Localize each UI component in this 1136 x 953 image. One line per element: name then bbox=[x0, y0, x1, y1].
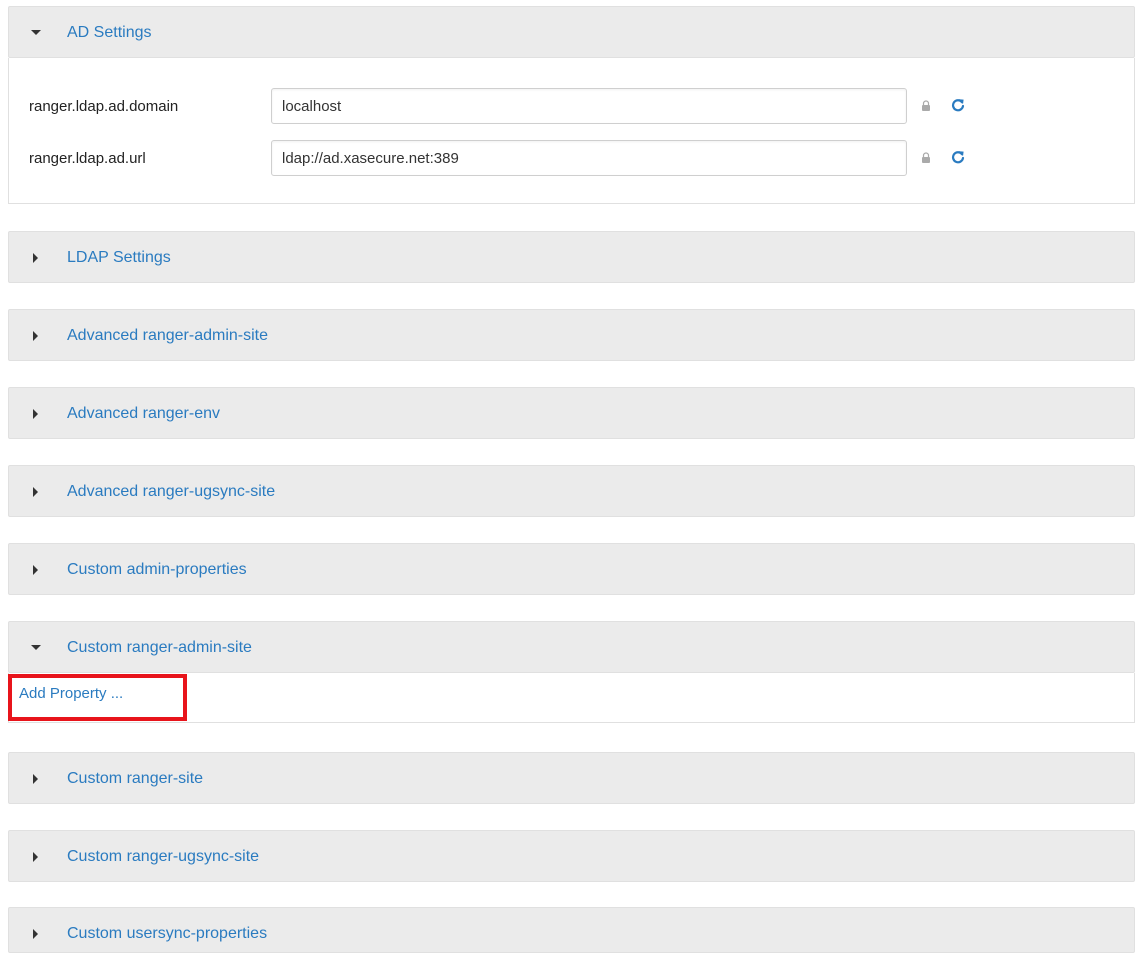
section-title: Custom admin-properties bbox=[67, 561, 247, 578]
section-header-custom-usersync-properties[interactable]: Custom usersync-properties bbox=[8, 907, 1135, 953]
property-label: ranger.ldap.ad.domain bbox=[29, 98, 179, 115]
section-header-ldap-settings[interactable]: LDAP Settings bbox=[8, 231, 1135, 283]
section-advanced-ranger-env: Advanced ranger-env bbox=[8, 387, 1135, 439]
section-header-custom-admin-properties[interactable]: Custom admin-properties bbox=[8, 543, 1135, 595]
property-row: ranger.ldap.ad.domain bbox=[9, 88, 1134, 126]
refresh-icon[interactable] bbox=[951, 150, 965, 164]
caret-right-icon bbox=[33, 331, 38, 341]
property-value-input[interactable] bbox=[271, 140, 907, 176]
section-advanced-ranger-ugsync-site: Advanced ranger-ugsync-site bbox=[8, 465, 1135, 517]
section-header-advanced-ranger-env[interactable]: Advanced ranger-env bbox=[8, 387, 1135, 439]
caret-right-icon bbox=[33, 565, 38, 575]
caret-right-icon bbox=[33, 409, 38, 419]
section-header-advanced-ranger-admin-site[interactable]: Advanced ranger-admin-site bbox=[8, 309, 1135, 361]
section-custom-usersync-properties: Custom usersync-properties bbox=[8, 907, 1135, 953]
section-title: Advanced ranger-env bbox=[67, 405, 220, 422]
section-custom-ranger-site: Custom ranger-site bbox=[8, 752, 1135, 804]
section-title: LDAP Settings bbox=[67, 249, 171, 266]
section-header-custom-ranger-admin-site[interactable]: Custom ranger-admin-site bbox=[8, 621, 1135, 673]
caret-right-icon bbox=[33, 253, 38, 263]
caret-right-icon bbox=[33, 487, 38, 497]
caret-down-icon bbox=[31, 30, 41, 35]
caret-right-icon bbox=[33, 929, 38, 939]
section-body-custom-ranger-admin-site: Add Property ... bbox=[8, 673, 1135, 723]
caret-right-icon bbox=[33, 774, 38, 784]
section-header-advanced-ranger-ugsync-site[interactable]: Advanced ranger-ugsync-site bbox=[8, 465, 1135, 517]
section-title: Custom ranger-ugsync-site bbox=[67, 848, 260, 865]
section-title: Custom ranger-admin-site bbox=[67, 639, 252, 656]
highlight-box bbox=[8, 674, 187, 721]
property-row: ranger.ldap.ad.url bbox=[9, 140, 1134, 178]
refresh-icon[interactable] bbox=[951, 98, 965, 112]
config-page: AD Settings ranger.ldap.ad.domain ranger… bbox=[0, 0, 1136, 953]
caret-right-icon bbox=[33, 852, 38, 862]
property-value-input[interactable] bbox=[271, 88, 907, 124]
lock-icon bbox=[922, 152, 930, 163]
section-ad-settings: AD Settings ranger.ldap.ad.domain ranger… bbox=[8, 6, 1135, 204]
section-title: Advanced ranger-admin-site bbox=[67, 327, 268, 344]
property-label: ranger.ldap.ad.url bbox=[29, 150, 146, 167]
section-title: Custom ranger-site bbox=[67, 770, 204, 787]
section-header-custom-ranger-ugsync-site[interactable]: Custom ranger-ugsync-site bbox=[8, 830, 1135, 882]
section-header-ad-settings[interactable]: AD Settings bbox=[8, 6, 1135, 58]
section-custom-ranger-admin-site: Custom ranger-admin-site Add Property ..… bbox=[8, 621, 1135, 723]
section-title: Advanced ranger-ugsync-site bbox=[67, 483, 276, 500]
section-header-custom-ranger-site[interactable]: Custom ranger-site bbox=[8, 752, 1135, 804]
section-title: AD Settings bbox=[67, 24, 152, 41]
lock-icon bbox=[922, 100, 930, 111]
section-title: Custom usersync-properties bbox=[67, 925, 268, 942]
caret-down-icon bbox=[31, 645, 41, 650]
section-ldap-settings: LDAP Settings bbox=[8, 231, 1135, 283]
section-advanced-ranger-admin-site: Advanced ranger-admin-site bbox=[8, 309, 1135, 361]
section-custom-admin-properties: Custom admin-properties bbox=[8, 543, 1135, 595]
section-body-ad-settings: ranger.ldap.ad.domain ranger.ldap.ad.url bbox=[8, 58, 1135, 204]
section-custom-ranger-ugsync-site: Custom ranger-ugsync-site bbox=[8, 830, 1135, 882]
